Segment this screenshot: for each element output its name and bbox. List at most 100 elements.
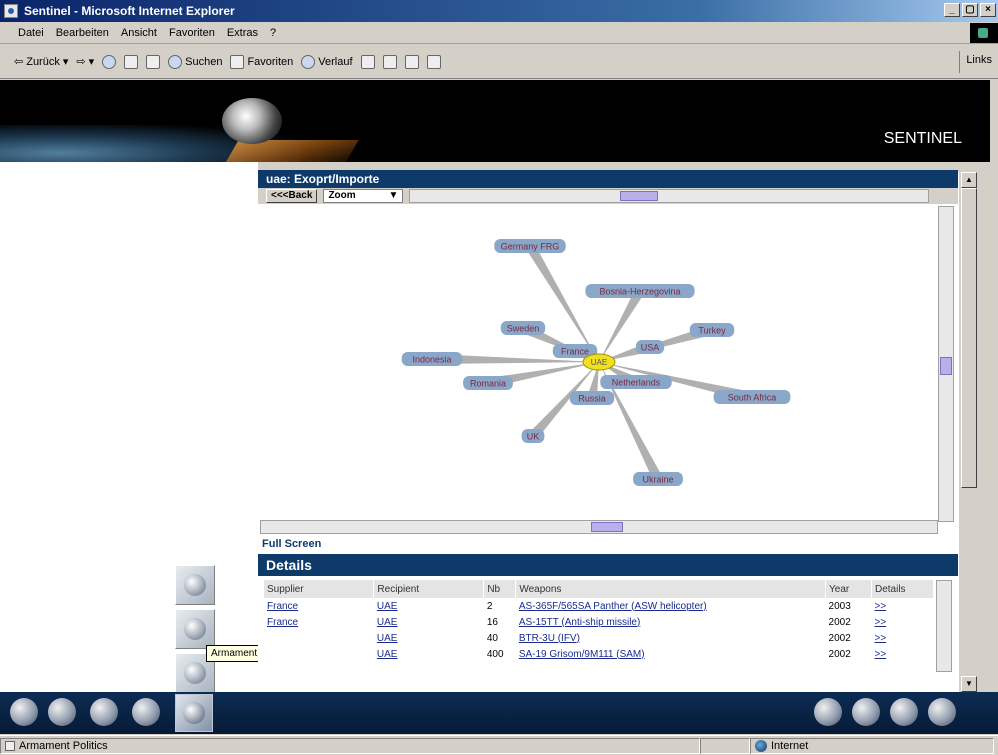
year-cell: 2002 (828, 632, 851, 644)
zoom-in-icon[interactable] (852, 698, 880, 726)
minimize-button[interactable]: _ (944, 3, 960, 17)
h-scroll-thumb[interactable] (591, 522, 623, 532)
search-icon (168, 54, 183, 69)
rocket-icon[interactable] (928, 698, 956, 726)
recipient-link[interactable]: UAE (377, 617, 398, 628)
h-scroll-thumb[interactable] (620, 191, 659, 201)
discuss-icon[interactable] (426, 54, 441, 69)
restore-button[interactable]: ▢ (962, 3, 978, 17)
status-bar: Armament Politics Internet (0, 735, 998, 755)
recipient-link[interactable]: UAE (377, 633, 398, 644)
graph-canvas: Germany FRG Bosnia-Herzegovina Sweden Franc… (401, 239, 791, 486)
menu-datei[interactable]: Datei (18, 27, 44, 39)
site-banner: SENTINEL (0, 80, 990, 162)
search-button[interactable]: Suchen (168, 54, 223, 69)
page-scrollbar[interactable]: ▲ ▼ (958, 172, 978, 692)
links-bar[interactable]: Links (959, 51, 998, 73)
book-nav-icon[interactable] (90, 698, 118, 726)
history-icon (301, 54, 316, 69)
forward-arrow-icon: ⇨ (76, 56, 86, 68)
tool-people-button[interactable] (175, 609, 215, 649)
graph-h-scrollbar-bottom[interactable] (260, 520, 938, 534)
details-table: Supplier Recipient Nb Weapons Year Detai… (264, 580, 935, 662)
menu-extras[interactable]: Extras (227, 27, 258, 39)
nb-cell: 40 (486, 632, 498, 644)
graph-node-label: South Africa (728, 393, 777, 403)
history-button[interactable]: Verlauf (301, 54, 353, 69)
details-link[interactable]: >> (874, 617, 886, 628)
back-graph-button[interactable]: <<<Back (266, 189, 318, 203)
mail-icon[interactable] (360, 54, 375, 69)
globe-nav-icon[interactable] (175, 694, 213, 732)
window-title: Sentinel - Microsoft Internet Explorer (24, 4, 235, 18)
network-graph[interactable]: Germany FRG Bosnia-Herzegovina Sweden Franc… (260, 206, 938, 522)
graph-node-label: Germany FRG (501, 242, 560, 252)
status-empty-cell (700, 737, 750, 754)
menu-help[interactable]: ? (270, 27, 276, 39)
graph-toolbar: <<<Back Zoom ▼ (258, 188, 958, 204)
graph-v-scrollbar[interactable] (938, 206, 954, 522)
document-nav-icon[interactable] (48, 698, 76, 726)
refresh-icon[interactable] (124, 54, 139, 69)
browser-toolbar: ⇦ Zurück ▾ ⇨ ▾ Suchen Favoriten Verlauf … (0, 45, 998, 79)
home-icon[interactable] (146, 54, 161, 69)
scroll-down-icon[interactable]: ▼ (961, 676, 977, 692)
details-link[interactable]: >> (874, 601, 886, 612)
details-link[interactable]: >> (874, 633, 886, 644)
search-label: Suchen (185, 55, 223, 68)
zoom-label: Zoom (328, 190, 356, 201)
stop-icon[interactable] (102, 54, 117, 69)
dropdown-arrow-icon: ▾ (88, 56, 95, 68)
back-button[interactable]: ⇦ Zurück ▾ (14, 55, 68, 69)
globe-logo-icon (222, 98, 282, 144)
zoom-select[interactable]: Zoom ▼ (323, 189, 404, 203)
weapons-link[interactable]: AS-15TT (Anti-ship missile) (519, 617, 641, 628)
person-nav-icon[interactable] (10, 698, 38, 726)
col-supplier: Supplier (264, 580, 375, 598)
weapon-nav-icon[interactable] (132, 698, 160, 726)
supplier-link[interactable]: France (267, 601, 298, 612)
weapons-link[interactable]: SA-19 Grisom/9M111 (SAM) (519, 649, 645, 660)
home-nav-icon[interactable] (814, 698, 842, 726)
v-scroll-thumb[interactable] (940, 357, 952, 375)
recipient-link[interactable]: UAE (377, 649, 398, 660)
coins-icon (184, 574, 206, 596)
nb-cell: 16 (486, 616, 498, 628)
tank-icon (184, 662, 206, 684)
full-screen-link[interactable]: Full Screen (262, 538, 321, 550)
recipient-link[interactable]: UAE (377, 601, 398, 612)
year-cell: 2002 (828, 648, 851, 660)
graph-h-scrollbar-top[interactable] (409, 189, 930, 203)
zoom-out-icon[interactable] (890, 698, 918, 726)
main-panel: uae: Exoprt/Importe <<<Back Zoom ▼ Germa… (258, 170, 958, 692)
side-tool-palette (175, 565, 217, 697)
menu-favoriten[interactable]: Favoriten (169, 27, 215, 39)
left-blank-area (0, 162, 258, 692)
print-icon[interactable] (382, 54, 397, 69)
nb-cell: 400 (486, 648, 504, 660)
tool-coins-button[interactable] (175, 565, 215, 605)
supplier-link[interactable]: France (267, 617, 298, 628)
close-button[interactable]: × (980, 3, 996, 17)
favorites-button[interactable]: Favoriten (230, 54, 294, 69)
internet-zone-icon (755, 739, 767, 752)
details-scrollbar[interactable] (936, 580, 952, 672)
table-row: UAE 400 SA-19 Grisom/9M111 (SAM) 2002 >> (264, 646, 934, 662)
weapons-link[interactable]: BTR-3U (IFV) (519, 633, 580, 644)
edit-icon[interactable] (404, 54, 419, 69)
light-beam-decoration (221, 140, 359, 162)
scroll-up-icon[interactable]: ▲ (961, 172, 977, 188)
menu-ansicht[interactable]: Ansicht (121, 27, 157, 39)
graph-node-label: Ukraine (642, 475, 673, 485)
col-details: Details (871, 580, 935, 598)
menu-bearbeiten[interactable]: Bearbeiten (56, 27, 109, 39)
details-link[interactable]: >> (874, 649, 886, 660)
page-scroll-thumb[interactable] (961, 188, 977, 488)
col-year: Year (825, 580, 872, 598)
menu-bar: Datei Bearbeiten Ansicht Favoriten Extra… (0, 22, 998, 44)
col-recipient: Recipient (373, 580, 485, 598)
graph-node-label: UK (527, 432, 540, 442)
weapons-link[interactable]: AS-365F/565SA Panther (ASW helicopter) (519, 601, 707, 612)
forward-button[interactable]: ⇨ ▾ (76, 55, 94, 68)
favorites-label: Favoriten (247, 55, 294, 68)
